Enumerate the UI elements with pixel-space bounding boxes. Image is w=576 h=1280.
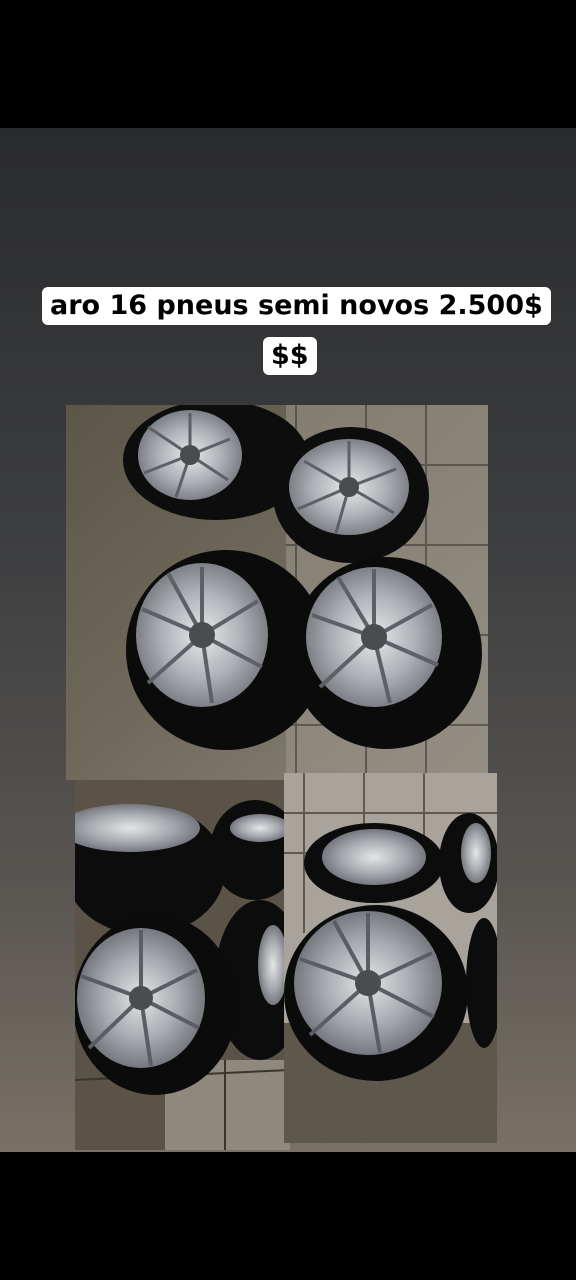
tire-wheel-image bbox=[439, 813, 497, 913]
tire-wheel-image bbox=[75, 915, 237, 1095]
top-black-bar bbox=[0, 0, 576, 128]
tire-wheel-image bbox=[273, 427, 429, 563]
story-canvas: aro 16 pneus semi novos 2.500$ $$ bbox=[0, 128, 576, 1152]
tires-photo-bottom-left bbox=[75, 780, 290, 1150]
tire-wheel-image bbox=[304, 823, 444, 903]
tire-wheel-image bbox=[284, 905, 468, 1081]
caption-line-1: aro 16 pneus semi novos 2.500$ bbox=[42, 287, 551, 325]
caption-line-2: $$ bbox=[263, 337, 317, 375]
tires-photo-bottom-right bbox=[284, 773, 497, 1143]
bottom-black-bar bbox=[0, 1152, 576, 1280]
tires-photo-top bbox=[66, 405, 488, 780]
tire-wheel-image bbox=[290, 557, 482, 749]
